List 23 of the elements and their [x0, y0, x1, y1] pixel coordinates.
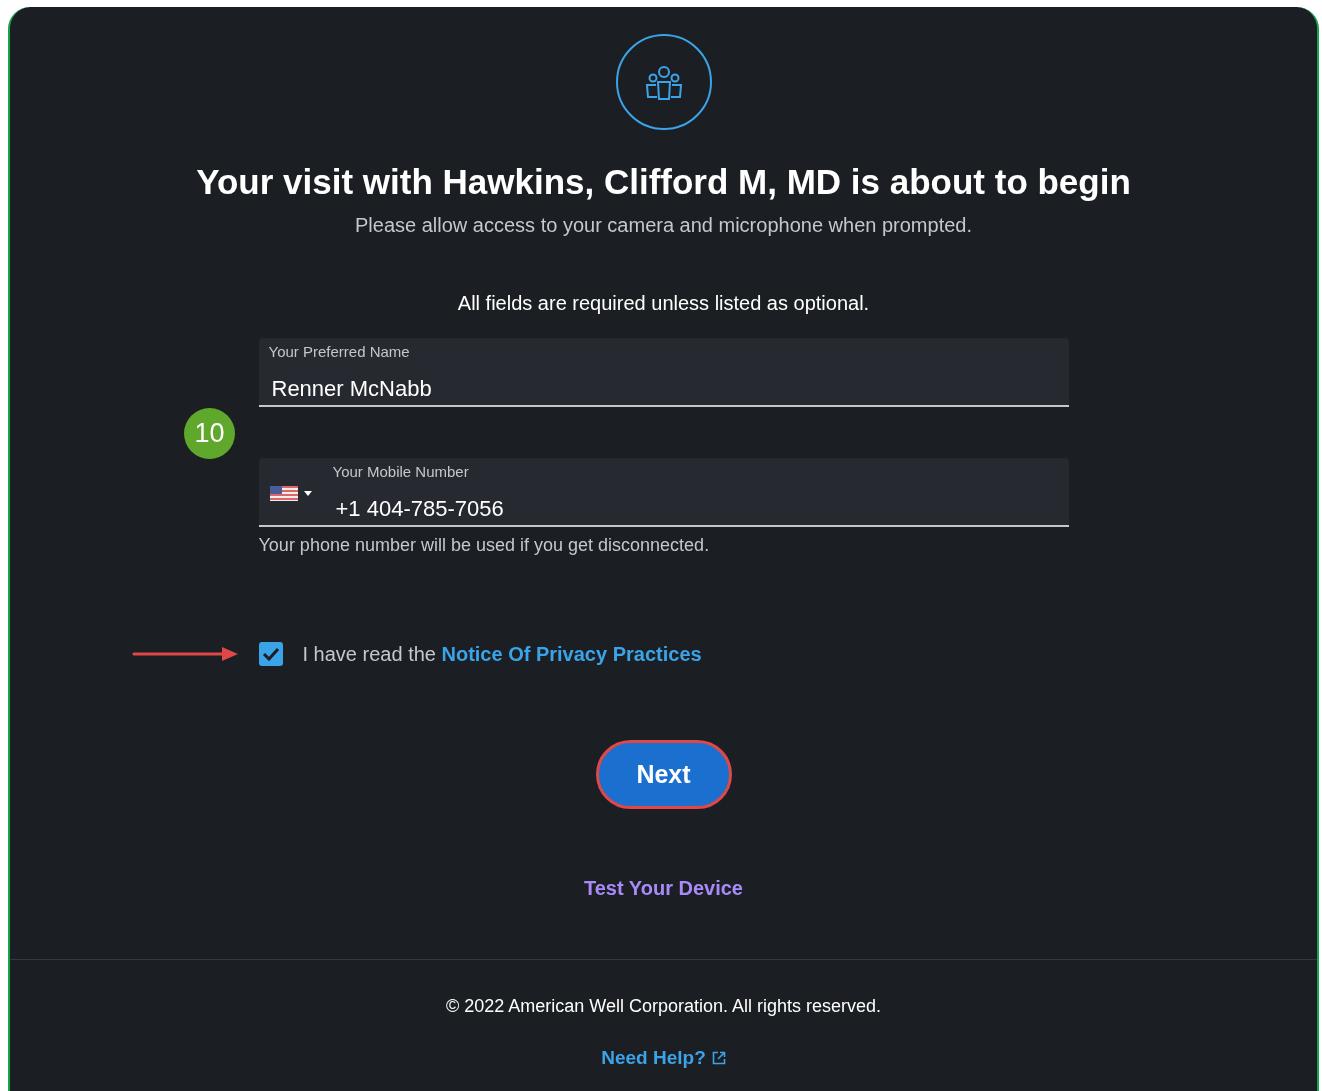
caret-icon[interactable]: [303, 490, 312, 496]
privacy-notice-link[interactable]: Notice Of Privacy Practices: [441, 643, 702, 665]
copyright-text: © 2022 American Well Corporation. All rights reserved.: [445, 995, 882, 1018]
next-button[interactable]: Next: [595, 740, 732, 809]
people-group-icon: [614, 33, 713, 131]
privacy-checkbox[interactable]: [258, 642, 283, 666]
required-note: All fields are required unless listed as optional.: [457, 291, 870, 316]
helper-text: Your phone number will be used if you get disconnected.: [258, 534, 711, 557]
need-help-link[interactable]: Need Help?: [601, 1044, 726, 1073]
step-badge: 10: [184, 408, 235, 459]
field-value: +1 404-785-7056: [334, 494, 504, 523]
name-field[interactable]: Your Preferred Name Renner McNabb: [258, 338, 1069, 407]
consent-text: I have read the Notice Of Privacy Practices: [302, 642, 702, 667]
subtitle: Please allow access to your camera and microphone when prompted.: [355, 213, 972, 238]
field-label: Your Mobile Number: [332, 462, 470, 482]
external-link-icon: [711, 1051, 726, 1066]
field-label: Your Preferred Name: [268, 342, 411, 362]
page-title: Your visit with Hawkins, Clifford M, MD is about to begin: [196, 161, 1131, 203]
phone-field[interactable]: Your Mobile Number +1 404-785-7056: [258, 458, 1069, 527]
flag-icon[interactable]: [269, 485, 298, 501]
checkmark-icon: [261, 647, 280, 661]
field-value: Renner McNabb: [270, 374, 432, 403]
test-device-link[interactable]: Test Your Device: [584, 873, 743, 903]
